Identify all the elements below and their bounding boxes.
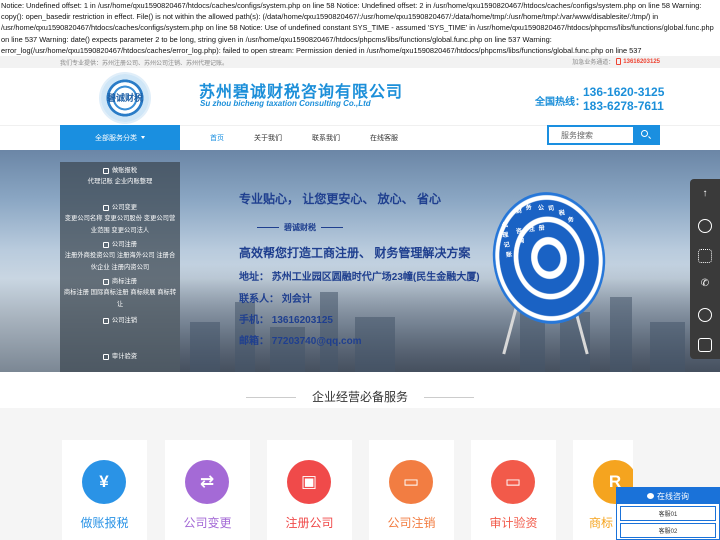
menu-group-bookkeeping[interactable]: 做账报税 代理记账 企业内账整理 — [60, 165, 180, 188]
nav-contact[interactable]: 联系我们 — [312, 133, 340, 143]
chat-icon[interactable] — [698, 308, 712, 322]
service-card-bookkeeping[interactable]: ¥ 做账报税 — [62, 440, 147, 540]
chat-agent-02[interactable]: 客服02 — [620, 523, 716, 538]
banner-slogan: 专业贴心， 让您更安心、 放心、 省心 — [239, 192, 442, 206]
banner-mobile: 手机： 13616203125 — [239, 315, 333, 326]
banner-contact: 联系人： 刘会计 — [239, 294, 312, 305]
monitor-icon — [102, 353, 109, 360]
menu-group-company-registration[interactable]: 公司注册 注册外商投资公司 注册海外公司 注册合伙企业 注册内资公司 — [60, 239, 180, 273]
back-to-top-arrow-icon[interactable]: ↑ — [698, 187, 712, 201]
chat-bubble-icon — [647, 493, 654, 499]
gear-icon — [102, 204, 109, 211]
monitor-icon — [102, 317, 109, 324]
nav-home[interactable]: 首页 — [210, 133, 224, 143]
monitor-icon: ▭ — [389, 460, 433, 504]
service-search — [547, 125, 660, 145]
urgent-label: 加急业务通道： — [572, 60, 615, 66]
document-icon — [102, 167, 109, 174]
qr-code-icon[interactable] — [698, 249, 712, 263]
service-card-company-cancellation[interactable]: ▭ 公司注销 — [369, 440, 454, 540]
php-error-notice: Notice: Undefined offset: 1 in /usr/home… — [1, 1, 714, 55]
service-card-title: 公司变更 — [183, 516, 232, 530]
service-category-menu: 做账报税 代理记账 企业内账整理 公司变更 变更公司名称 变更公司股份 变更公司… — [60, 162, 180, 372]
hotline-label: 全国热线： — [535, 97, 585, 108]
section-title: 企业经营必备服务 — [311, 390, 408, 404]
banner-headline: 高效帮您打造工商注册、 财务管理解决方案 — [239, 246, 471, 260]
banner-address: 地址： 苏州工业园区圆融时代广场23幢(民生金融大厦) — [239, 272, 480, 283]
nav-about[interactable]: 关于我们 — [254, 133, 282, 143]
online-consult-widget: 在线咨询 客服01 客服02 — [616, 487, 720, 540]
registered-icon — [102, 278, 109, 285]
search-button[interactable] — [633, 127, 658, 143]
top-bar-intro: 我们专业提供：苏州注册公司、苏州公司注销、苏州代理记账。 — [60, 61, 229, 67]
hotline-number-1: 136-1620-3125 — [583, 85, 665, 99]
menu-group-company-cancellation[interactable]: 公司注销 — [60, 315, 180, 326]
company-name-en: Su zhou bicheng taxation Consulting Co.,… — [200, 99, 371, 108]
service-card-company-registration[interactable]: ▣ 注册公司 — [267, 440, 352, 540]
menu-group-trademark[interactable]: 商标注册 商标注册 国际商标注册 商标续展 商标转让 — [60, 276, 180, 310]
banner-email: 邮箱： 77203740@qq.com — [239, 336, 362, 347]
headset-icon[interactable] — [698, 219, 712, 233]
service-card-title: 审计验资 — [489, 516, 538, 530]
service-card-company-change[interactable]: ⇄ 公司变更 — [165, 440, 250, 540]
online-consult-header[interactable]: 在线咨询 — [617, 488, 719, 504]
logo-text: 碧诚财税 — [107, 94, 144, 104]
edit-icon[interactable] — [698, 338, 712, 352]
urgent-phone[interactable]: 13616203125 — [623, 59, 660, 65]
all-services-category-button[interactable]: 全部服务分类 — [60, 125, 180, 150]
service-card-title: 做账报税 — [80, 516, 129, 530]
banner-brand: 碧诚财税 — [257, 223, 343, 232]
exchange-icon: ⇄ — [185, 460, 229, 504]
company-logo[interactable]: 碧诚财税 — [101, 74, 149, 122]
monitor-icon: ▭ — [491, 460, 535, 504]
service-card-audit[interactable]: ▭ 审计验资 — [471, 440, 556, 540]
category-label: 全部服务分类 — [95, 134, 137, 142]
hotline-number-2: 183-6278-7611 — [583, 99, 664, 113]
chat-agent-01[interactable]: 客服01 — [620, 506, 716, 521]
right-floating-toolbar: ↑ ✆ — [690, 179, 720, 359]
service-card-title: 注册公司 — [285, 516, 334, 530]
nav-online-service[interactable]: 在线客服 — [370, 133, 398, 143]
menu-group-company-change[interactable]: 公司变更 变更公司名称 变更公司股份 变更公司营业范围 变更公司法人 — [60, 202, 180, 236]
caret-down-icon — [141, 136, 145, 139]
phone-icon[interactable]: ✆ — [698, 277, 712, 291]
search-icon — [641, 130, 648, 137]
urgent-channel[interactable]: 加急业务通道： 13616203125 — [572, 57, 660, 66]
service-card-title: 公司注销 — [387, 516, 436, 530]
menu-group-audit[interactable]: 审计验资 — [60, 351, 180, 362]
phone-icon — [616, 58, 622, 65]
search-input[interactable] — [549, 127, 633, 143]
ledger-icon: ¥ — [82, 460, 126, 504]
document-icon — [102, 241, 109, 248]
briefcase-icon: ▣ — [287, 460, 331, 504]
